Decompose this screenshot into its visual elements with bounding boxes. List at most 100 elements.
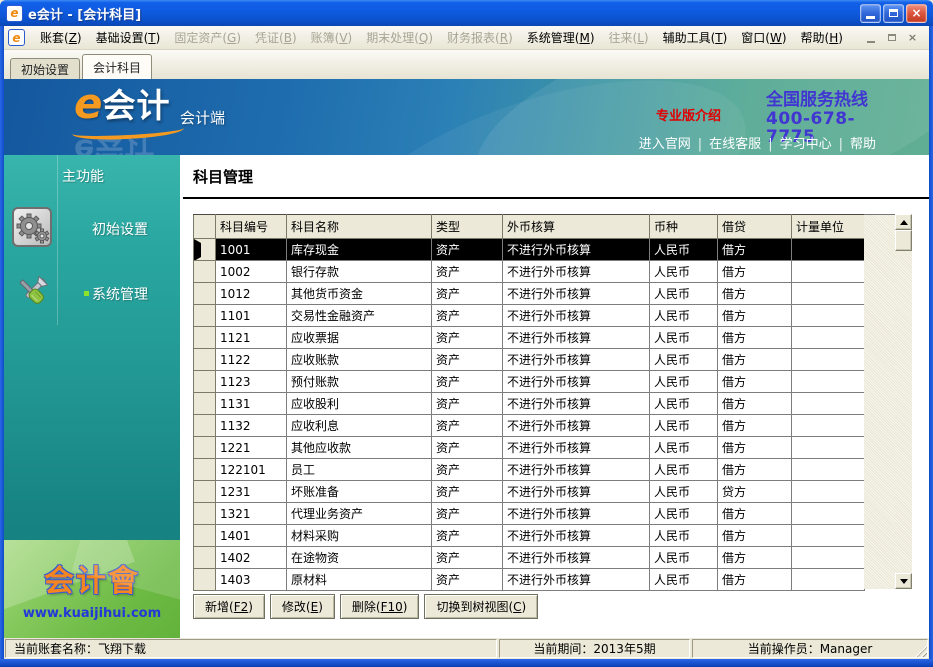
cell[interactable]: 借方 <box>718 393 792 415</box>
cell[interactable]: 借方 <box>718 459 792 481</box>
cell[interactable]: 人民币 <box>650 349 718 371</box>
table-row[interactable]: 1001库存现金资产不进行外币核算人民币借方 <box>194 239 865 261</box>
cell[interactable]: 资产 <box>432 437 503 459</box>
cell[interactable]: 借方 <box>718 283 792 305</box>
cell[interactable]: 1131 <box>216 393 287 415</box>
cell[interactable]: 1403 <box>216 569 287 591</box>
cell[interactable]: 人民币 <box>650 525 718 547</box>
cell[interactable]: 人民币 <box>650 305 718 327</box>
cell[interactable]: 1101 <box>216 305 287 327</box>
scroll-up-button[interactable] <box>895 214 912 230</box>
table-row[interactable]: 1012其他货币资金资产不进行外币核算人民币借方 <box>194 283 865 305</box>
cell[interactable]: 1123 <box>216 371 287 393</box>
mdi-close-button[interactable]: × <box>904 30 921 45</box>
cell[interactable]: 不进行外币核算 <box>503 349 650 371</box>
table-row[interactable]: 1402在途物资资产不进行外币核算人民币借方 <box>194 547 865 569</box>
cell[interactable]: 借方 <box>718 261 792 283</box>
cell[interactable]: 应收票据 <box>287 327 432 349</box>
cell[interactable]: 不进行外币核算 <box>503 415 650 437</box>
cell[interactable] <box>792 239 865 261</box>
cell[interactable]: 人民币 <box>650 415 718 437</box>
delete-button[interactable]: 删除(F10) <box>340 594 420 619</box>
row-selector-cell[interactable] <box>194 415 216 437</box>
cell[interactable]: 人民币 <box>650 459 718 481</box>
cell[interactable]: 银行存款 <box>287 261 432 283</box>
cell[interactable]: 其他应收款 <box>287 437 432 459</box>
switch-tree-view-button[interactable]: 切换到树视图(C) <box>424 594 538 619</box>
resize-grip[interactable] <box>914 644 927 657</box>
column-header-1[interactable]: 科目编号 <box>216 215 287 239</box>
cell[interactable] <box>792 459 865 481</box>
cell[interactable]: 资产 <box>432 261 503 283</box>
banner-link-1[interactable]: 进入官网 <box>632 137 698 152</box>
cell[interactable]: 不进行外币核算 <box>503 305 650 327</box>
cell[interactable]: 不进行外币核算 <box>503 437 650 459</box>
column-header-4[interactable]: 外币核算 <box>503 215 650 239</box>
cell[interactable]: 应收股利 <box>287 393 432 415</box>
tab-1[interactable]: 初始设置 <box>10 58 80 79</box>
cell[interactable] <box>792 261 865 283</box>
cell[interactable]: 122101 <box>216 459 287 481</box>
close-button[interactable]: × <box>906 4 927 23</box>
minimize-button[interactable] <box>860 4 881 23</box>
menu-item-12[interactable]: 帮助(H) <box>794 26 850 49</box>
column-header-5[interactable]: 币种 <box>650 215 718 239</box>
cell[interactable]: 1012 <box>216 283 287 305</box>
cell[interactable]: 借方 <box>718 305 792 327</box>
cell[interactable]: 借方 <box>718 503 792 525</box>
cell[interactable]: 不进行外币核算 <box>503 239 650 261</box>
cell[interactable]: 1402 <box>216 547 287 569</box>
cell[interactable]: 在途物资 <box>287 547 432 569</box>
cell[interactable]: 资产 <box>432 305 503 327</box>
edit-button[interactable]: 修改(E) <box>270 594 335 619</box>
mdi-minimize-button[interactable] <box>862 30 879 45</box>
cell[interactable]: 不进行外币核算 <box>503 569 650 591</box>
cell[interactable] <box>792 349 865 371</box>
cell[interactable]: 1122 <box>216 349 287 371</box>
cell[interactable]: 资产 <box>432 503 503 525</box>
cell[interactable]: 资产 <box>432 547 503 569</box>
table-row[interactable]: 1403原材料资产不进行外币核算人民币借方 <box>194 569 865 591</box>
cell[interactable] <box>792 393 865 415</box>
cell[interactable]: 应收利息 <box>287 415 432 437</box>
cell[interactable]: 借方 <box>718 371 792 393</box>
cell[interactable]: 库存现金 <box>287 239 432 261</box>
row-selector-cell[interactable] <box>194 393 216 415</box>
cell[interactable]: 不进行外币核算 <box>503 327 650 349</box>
cell[interactable]: 不进行外币核算 <box>503 261 650 283</box>
cell[interactable]: 应收账款 <box>287 349 432 371</box>
cell[interactable]: 材料采购 <box>287 525 432 547</box>
cell[interactable]: 不进行外币核算 <box>503 547 650 569</box>
cell[interactable]: 借方 <box>718 415 792 437</box>
table-row[interactable]: 1231坏账准备资产不进行外币核算人民币贷方 <box>194 481 865 503</box>
cell[interactable] <box>792 371 865 393</box>
cell[interactable]: 人民币 <box>650 481 718 503</box>
table-row[interactable]: 1132应收利息资产不进行外币核算人民币借方 <box>194 415 865 437</box>
cell[interactable]: 代理业务资产 <box>287 503 432 525</box>
cell[interactable]: 1001 <box>216 239 287 261</box>
sidebar-item-1[interactable]: 初始设置 <box>4 207 180 249</box>
cell[interactable]: 人民币 <box>650 547 718 569</box>
cell[interactable] <box>792 547 865 569</box>
cell[interactable]: 不进行外币核算 <box>503 283 650 305</box>
cell[interactable]: 人民币 <box>650 239 718 261</box>
sidebar-item-2[interactable]: 系统管理 <box>4 272 180 314</box>
cell[interactable]: 1401 <box>216 525 287 547</box>
row-selector-cell[interactable] <box>194 283 216 305</box>
banner-link-2[interactable]: 在线客服 <box>702 137 768 152</box>
row-selector-cell[interactable] <box>194 371 216 393</box>
cell[interactable]: 不进行外币核算 <box>503 371 650 393</box>
cell[interactable]: 交易性金融资产 <box>287 305 432 327</box>
cell[interactable] <box>792 481 865 503</box>
cell[interactable] <box>792 305 865 327</box>
add-button[interactable]: 新增(F2) <box>193 594 265 619</box>
menu-item-11[interactable]: 窗口(W) <box>734 26 793 49</box>
cell[interactable]: 资产 <box>432 393 503 415</box>
cell[interactable]: 原材料 <box>287 569 432 591</box>
cell[interactable] <box>792 327 865 349</box>
row-selector-cell[interactable] <box>194 349 216 371</box>
cell[interactable]: 资产 <box>432 371 503 393</box>
column-header-6[interactable]: 借贷 <box>718 215 792 239</box>
table-row[interactable]: 1002银行存款资产不进行外币核算人民币借方 <box>194 261 865 283</box>
cell[interactable]: 借方 <box>718 569 792 591</box>
